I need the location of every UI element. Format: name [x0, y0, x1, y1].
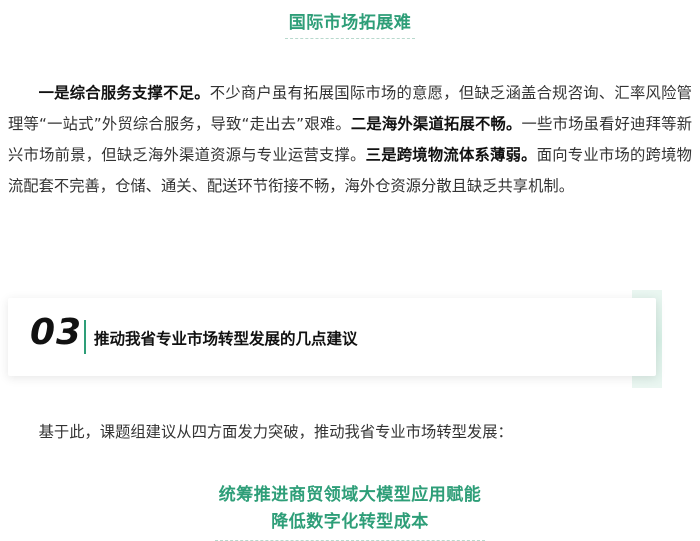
subheading-international-market: 国际市场拓展难 [0, 8, 700, 39]
subheading-recommendation-text: 统筹推进商贸领域大模型应用赋能 降低数字化转型成本 [214, 482, 486, 541]
section-header-card: 03 推动我省专业市场转型发展的几点建议 [8, 298, 656, 376]
section-divider-bar [84, 320, 86, 354]
point-1-bold: 一是综合服务支撑不足。 [38, 84, 210, 102]
subheading-recommendation: 统筹推进商贸领域大模型应用赋能 降低数字化转型成本 [0, 482, 700, 541]
body-paragraph: 一是综合服务支撑不足。不少商户虽有拓展国际市场的意愿，但缺乏涵盖合规咨询、汇率风… [8, 78, 692, 202]
point-2-bold: 二是海外渠道拓展不畅。 [350, 115, 522, 133]
intro-paragraph: 基于此，课题组建议从四方面发力突破，推动我省专业市场转型发展： [38, 423, 513, 441]
subheading-line-2: 降低数字化转型成本 [271, 512, 429, 532]
point-3-bold: 三是跨境物流体系薄弱。 [365, 146, 537, 164]
section-title: 推动我省专业市场转型发展的几点建议 [94, 330, 358, 348]
subheading-text: 国际市场拓展难 [284, 8, 416, 39]
subheading-line-1: 统筹推进商贸领域大模型应用赋能 [218, 485, 482, 505]
section-number: 03 [30, 312, 83, 353]
